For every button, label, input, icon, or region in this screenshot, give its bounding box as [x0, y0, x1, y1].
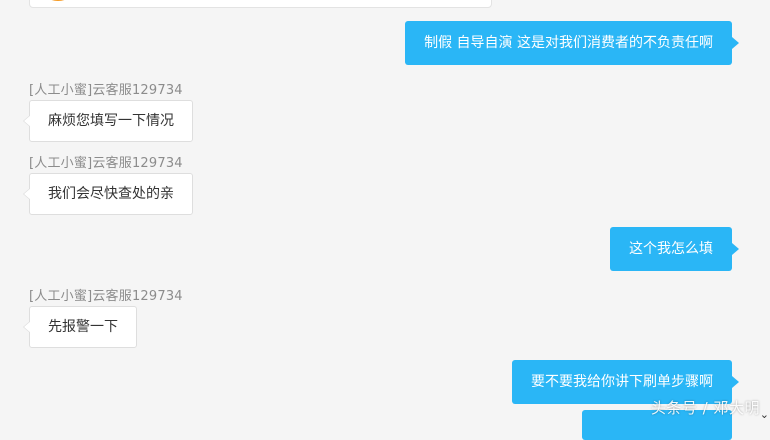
incoming-message-bubble: 先报警一下 — [23, 306, 137, 348]
incoming-message-bubble: 我们会尽快查处的亲 — [23, 173, 193, 215]
chat-message-list[interactable]: 制假 自导自演 这是对我们消费者的不负责任啊 [人工小蜜]云客服129734 麻… — [0, 0, 770, 440]
sender-name: [人工小蜜]云客服129734 — [29, 289, 183, 304]
previous-message-card — [29, 0, 492, 8]
outgoing-message-bubble: 制假 自导自演 这是对我们消费者的不负责任啊 — [405, 21, 739, 65]
outgoing-message-bubble: 这个我怎么填 — [610, 227, 739, 271]
incoming-message-bubble: 麻烦您填写一下情况 — [23, 100, 193, 142]
sender-name: [人工小蜜]云客服129734 — [29, 83, 183, 98]
watermark-text: 头条号 / 邓大明 — [650, 399, 760, 417]
chevron-down-icon[interactable]: ⌄ — [760, 409, 769, 420]
agent-avatar-icon — [38, 0, 78, 1]
sender-name: [人工小蜜]云客服129734 — [29, 156, 183, 171]
